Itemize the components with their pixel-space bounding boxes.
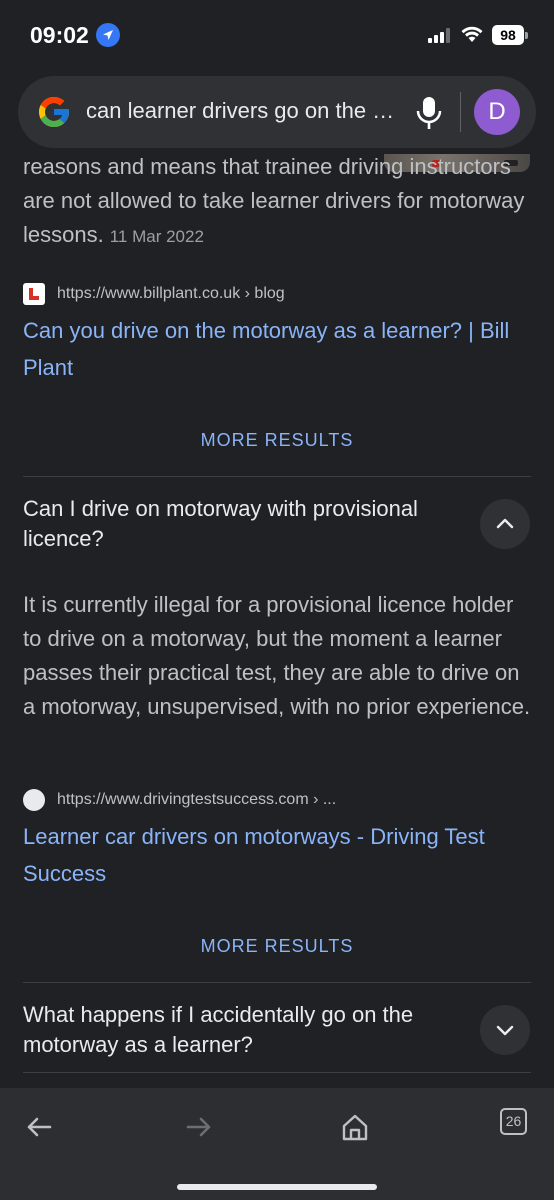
answer-text: It is currently illegal for a provisiona…: [23, 592, 531, 719]
google-g-icon[interactable]: [36, 94, 72, 135]
source-url[interactable]: https://www.billplant.co.uk › blog: [57, 285, 285, 303]
status-bar: 09:02 98: [0, 0, 554, 70]
result-link-dts[interactable]: Learner car drivers on motorways - Drivi…: [23, 818, 533, 892]
account-avatar[interactable]: D: [474, 89, 520, 135]
question-accidentally-motorway[interactable]: What happens if I accidentally go on the…: [23, 1000, 453, 1060]
collapse-button[interactable]: [480, 499, 530, 549]
billplant-favicon-icon: [23, 283, 45, 305]
microphone-icon[interactable]: [416, 96, 442, 135]
divider: [23, 476, 531, 477]
home-indicator[interactable]: [177, 1184, 377, 1190]
results-list: reasons and means that trainee driving i…: [0, 150, 554, 1085]
divider: [23, 982, 531, 983]
status-time: 09:02: [30, 22, 89, 48]
source-row-billplant[interactable]: https://www.billplant.co.uk › blog: [23, 282, 285, 306]
wifi-icon: [460, 24, 484, 49]
home-button[interactable]: [334, 1106, 378, 1150]
signal-icon: [428, 27, 454, 43]
snippet-text: reasons and means that trainee driving i…: [23, 154, 525, 247]
globe-favicon-icon: [23, 789, 45, 811]
forward-button[interactable]: [178, 1106, 222, 1150]
result-snippet: reasons and means that trainee driving i…: [23, 150, 533, 254]
source-url[interactable]: https://www.drivingtestsuccess.com › ...: [57, 791, 336, 809]
search-input[interactable]: can learner drivers go on the motorway: [86, 98, 406, 124]
battery-icon: [525, 32, 528, 39]
expand-button[interactable]: [480, 1005, 530, 1055]
snippet-date: 11 Mar 2022: [109, 227, 204, 246]
source-row-dts[interactable]: https://www.drivingtestsuccess.com › ...: [23, 788, 336, 812]
home-icon: [342, 1114, 368, 1141]
chevron-down-icon: [496, 1025, 514, 1036]
question-provisional-licence[interactable]: Can I drive on motorway with provisional…: [23, 494, 453, 554]
divider: [23, 1072, 531, 1073]
battery-level: 98: [492, 25, 524, 45]
search-bar[interactable]: can learner drivers go on the motorway D: [18, 76, 536, 148]
search-divider: [460, 92, 461, 132]
result-link-billplant[interactable]: Can you drive on the motorway as a learn…: [23, 312, 533, 386]
forward-arrow-icon: [186, 1117, 211, 1137]
back-button[interactable]: [18, 1106, 62, 1150]
more-results-button[interactable]: MORE RESULTS: [0, 430, 554, 451]
tabs-button[interactable]: 26: [500, 1108, 527, 1135]
location-arrow-icon: [96, 23, 120, 47]
more-results-button[interactable]: MORE RESULTS: [0, 936, 554, 957]
chevron-up-icon: [496, 518, 514, 529]
back-arrow-icon: [27, 1117, 52, 1137]
